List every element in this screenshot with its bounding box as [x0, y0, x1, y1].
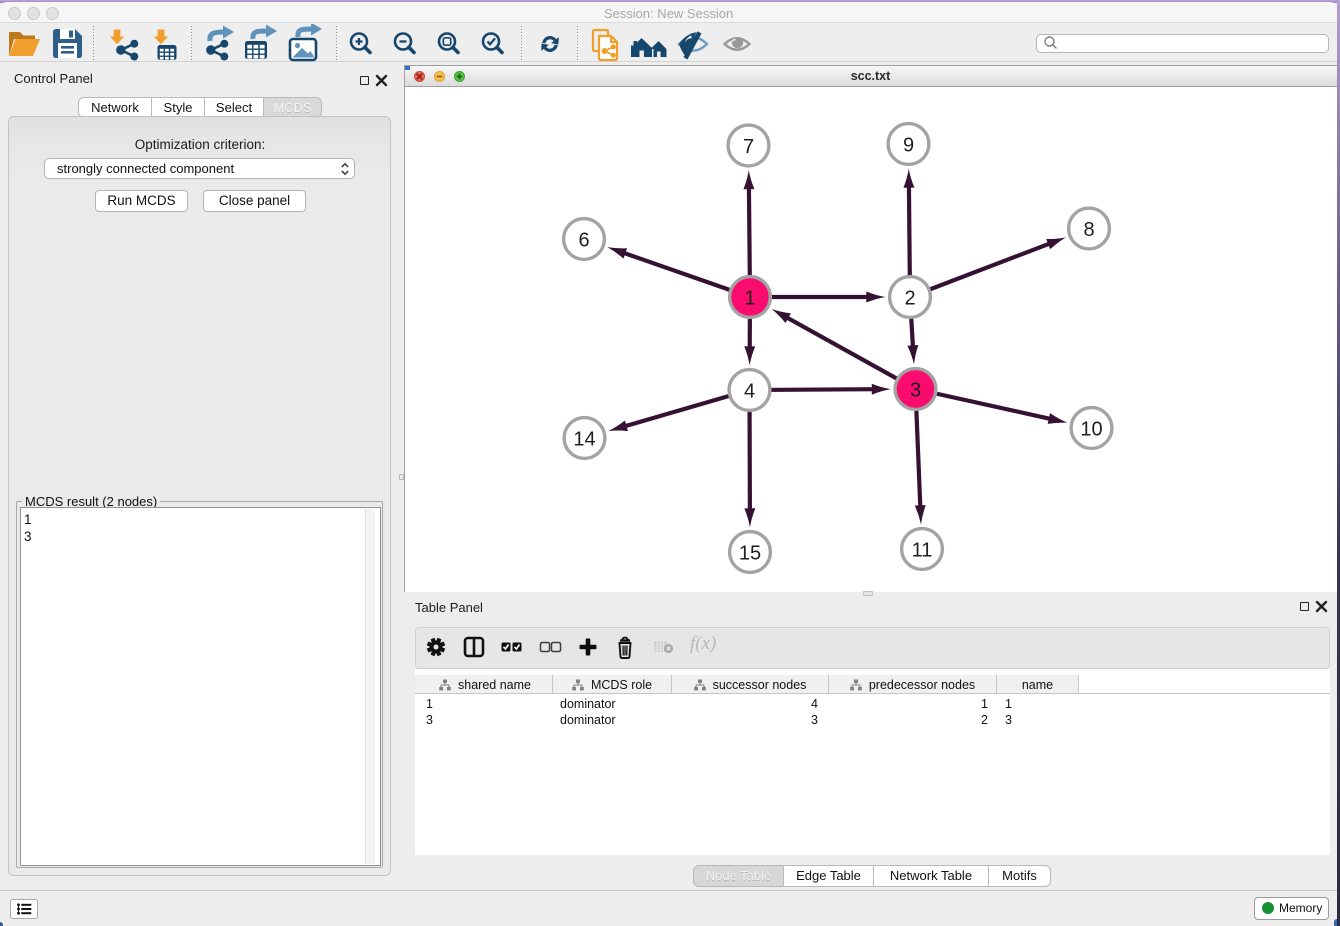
svg-text:6: 6	[578, 230, 589, 252]
svg-text:4: 4	[744, 381, 755, 403]
svg-text:3: 3	[910, 380, 921, 402]
svg-text:f(x): f(x)	[690, 633, 716, 654]
svg-text:8: 8	[1083, 219, 1094, 241]
svg-text:2: 2	[904, 288, 915, 310]
svg-text:9: 9	[903, 135, 914, 157]
svg-text:7: 7	[743, 136, 754, 158]
svg-text:1: 1	[744, 288, 755, 310]
svg-text:15: 15	[739, 543, 761, 565]
svg-text:11: 11	[912, 540, 933, 562]
svg-text:14: 14	[573, 429, 595, 451]
svg-text:10: 10	[1080, 419, 1102, 441]
